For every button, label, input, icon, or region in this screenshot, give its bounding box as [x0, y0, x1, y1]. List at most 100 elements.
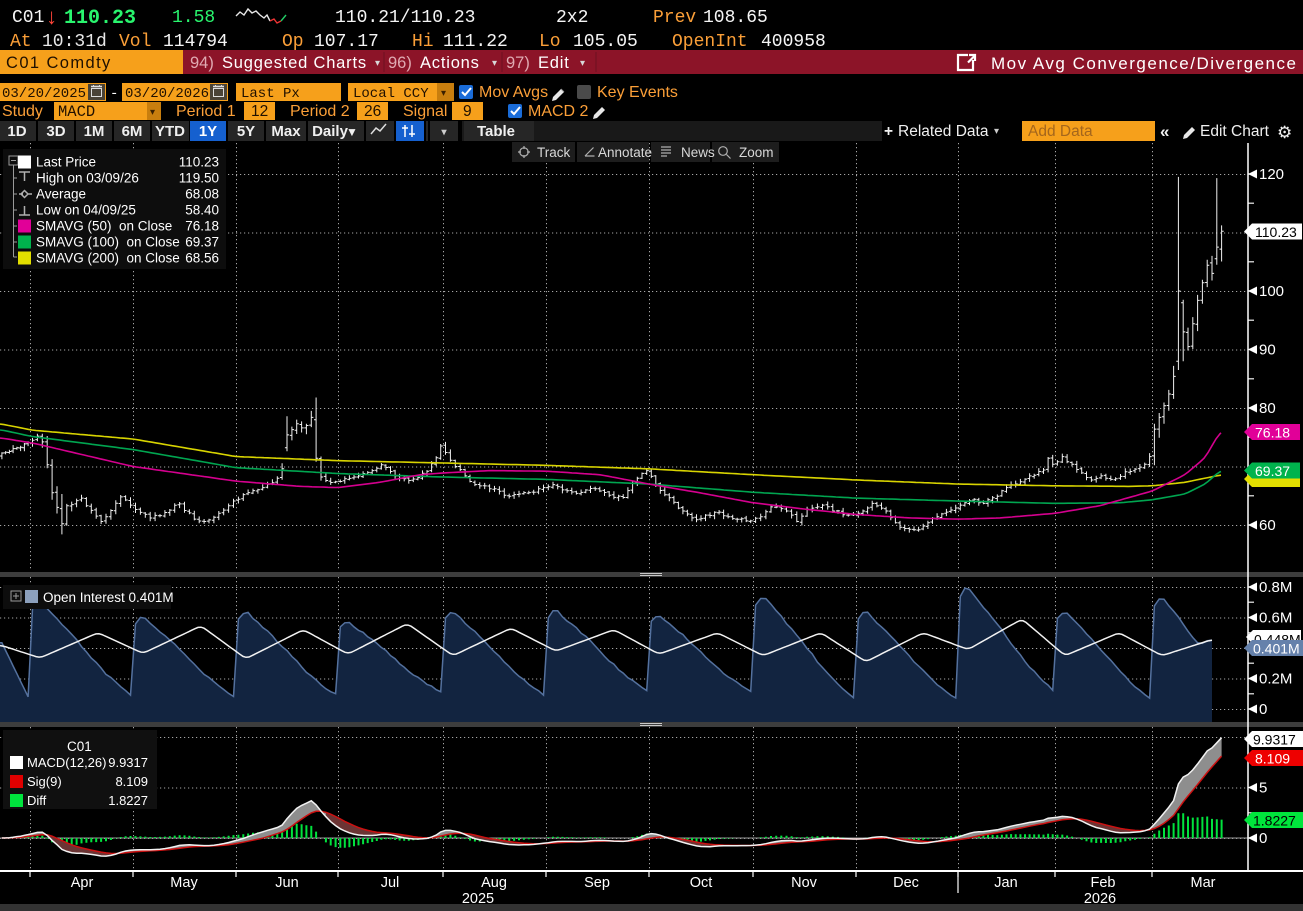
svg-text:69.37: 69.37: [1255, 463, 1290, 479]
svg-text:105.05: 105.05: [573, 32, 638, 52]
svg-text:110.23: 110.23: [64, 7, 136, 30]
svg-text:Period 1: Period 1: [176, 103, 236, 120]
svg-text:Apr: Apr: [71, 875, 94, 891]
svg-text:110.21/110.23: 110.21/110.23: [335, 8, 475, 28]
svg-text:Table: Table: [477, 123, 515, 140]
svg-text:1D: 1D: [7, 123, 26, 140]
svg-text:Dec: Dec: [893, 875, 919, 891]
svg-text:110.23: 110.23: [179, 155, 219, 170]
svg-text:▾: ▾: [580, 58, 585, 69]
svg-text:Oct: Oct: [690, 875, 713, 891]
svg-text:26: 26: [364, 103, 381, 120]
svg-text:0: 0: [1259, 701, 1267, 718]
svg-text:C01: C01: [12, 8, 44, 28]
svg-text:8.109: 8.109: [115, 774, 148, 789]
svg-text:▾: ▾: [994, 126, 999, 137]
svg-text:OpenInt: OpenInt: [672, 32, 748, 52]
svg-text:Annotate: Annotate: [598, 145, 652, 160]
svg-text:MACD(12,26): MACD(12,26): [27, 755, 106, 770]
svg-text:Edit Chart: Edit Chart: [1200, 123, 1270, 140]
svg-text:SMAVG (200) on Close: SMAVG (200) on Close: [36, 251, 180, 266]
svg-text:-: -: [110, 86, 118, 102]
svg-text:Sep: Sep: [584, 875, 610, 891]
svg-text:C01: C01: [67, 739, 92, 754]
svg-text:▾: ▾: [441, 89, 446, 100]
svg-text:2x2: 2x2: [556, 8, 588, 28]
svg-text:0.2M: 0.2M: [1259, 671, 1292, 688]
svg-text:1.8227: 1.8227: [108, 793, 148, 808]
svg-text:↓: ↓: [45, 6, 58, 31]
svg-text:MACD: MACD: [58, 103, 95, 121]
svg-text:9.9317: 9.9317: [108, 755, 148, 770]
svg-text:110.23: 110.23: [1255, 224, 1297, 240]
svg-text:58.40: 58.40: [185, 203, 219, 218]
svg-text:107.17: 107.17: [314, 32, 379, 52]
svg-text:▾: ▾: [492, 58, 497, 69]
svg-text:SMAVG (100) on Close: SMAVG (100) on Close: [36, 235, 180, 250]
svg-text:Edit: Edit: [538, 54, 570, 72]
svg-text:▼: ▼: [346, 125, 358, 139]
svg-text:76.18: 76.18: [185, 219, 219, 234]
svg-text:12: 12: [251, 103, 268, 120]
svg-text:Sig(9): Sig(9): [27, 774, 62, 789]
svg-text:8.109: 8.109: [1255, 751, 1290, 767]
svg-text:Mov Avgs: Mov Avgs: [479, 84, 548, 101]
svg-text:«: «: [1160, 122, 1169, 141]
svg-text:Last Px: Last Px: [241, 86, 300, 102]
svg-text:1.8227: 1.8227: [1253, 813, 1296, 829]
svg-text:At: At: [10, 32, 32, 52]
svg-text:SMAVG (50) on Close: SMAVG (50) on Close: [36, 219, 172, 234]
svg-text:Open Interest 0.401M: Open Interest 0.401M: [43, 590, 174, 605]
svg-text:100: 100: [1259, 283, 1284, 300]
svg-text:1Y: 1Y: [199, 123, 217, 140]
svg-text:9: 9: [463, 103, 472, 120]
svg-text:Jan: Jan: [994, 875, 1017, 891]
svg-text:97): 97): [506, 54, 530, 72]
svg-text:Jul: Jul: [381, 875, 400, 891]
svg-text:Zoom: Zoom: [739, 145, 774, 160]
svg-text:60: 60: [1259, 517, 1276, 534]
svg-text:0.6M: 0.6M: [1259, 610, 1292, 627]
svg-text:108.65: 108.65: [703, 8, 768, 28]
svg-text:Related Data: Related Data: [898, 123, 989, 140]
svg-text:+: +: [884, 123, 893, 140]
svg-text:Low on 04/09/25: Low on 04/09/25: [36, 203, 136, 218]
svg-text:MACD 2: MACD 2: [528, 103, 589, 120]
svg-text:Feb: Feb: [1091, 875, 1116, 891]
svg-text:▾: ▾: [375, 58, 380, 69]
svg-text:3D: 3D: [46, 123, 65, 140]
svg-text:Nov: Nov: [791, 875, 818, 891]
svg-text:Vol: Vol: [119, 32, 151, 52]
svg-text:69.37: 69.37: [185, 235, 219, 250]
svg-text:Local CCY: Local CCY: [353, 86, 429, 102]
svg-text:90: 90: [1259, 342, 1276, 359]
svg-text:94): 94): [190, 54, 214, 72]
svg-text:96): 96): [388, 54, 412, 72]
svg-text:Mar: Mar: [1191, 875, 1216, 891]
svg-text:Actions: Actions: [420, 54, 480, 72]
svg-text:03/20/2026: 03/20/2026: [125, 86, 209, 102]
svg-text:Study: Study: [2, 103, 43, 120]
svg-text:1.58: 1.58: [172, 8, 215, 28]
svg-text:▾: ▾: [150, 107, 155, 118]
svg-text:114794: 114794: [163, 32, 228, 52]
svg-text:1M: 1M: [84, 123, 105, 140]
svg-text:0.401M: 0.401M: [1253, 641, 1300, 657]
svg-text:Track: Track: [537, 145, 570, 160]
svg-text:⚙: ⚙: [1277, 123, 1292, 142]
svg-text:Daily: Daily: [312, 123, 349, 140]
svg-text:May: May: [170, 875, 198, 891]
svg-text:9.9317: 9.9317: [1253, 732, 1296, 748]
svg-text:Hi: Hi: [412, 32, 434, 52]
svg-text:10:31d: 10:31d: [42, 32, 107, 52]
svg-text:03/20/2025: 03/20/2025: [2, 86, 86, 102]
svg-text:Op: Op: [282, 32, 304, 52]
svg-text:68.56: 68.56: [185, 251, 219, 266]
svg-text:YTD: YTD: [155, 123, 185, 140]
svg-text:C01 Comdty: C01 Comdty: [6, 54, 112, 72]
svg-text:Period 2: Period 2: [290, 103, 350, 120]
svg-text:Add Data: Add Data: [1028, 123, 1093, 140]
svg-text:Mov Avg Convergence/Divergence: Mov Avg Convergence/Divergence: [991, 54, 1297, 73]
svg-text:Suggested Charts: Suggested Charts: [222, 54, 367, 72]
svg-text:Aug: Aug: [481, 875, 507, 891]
